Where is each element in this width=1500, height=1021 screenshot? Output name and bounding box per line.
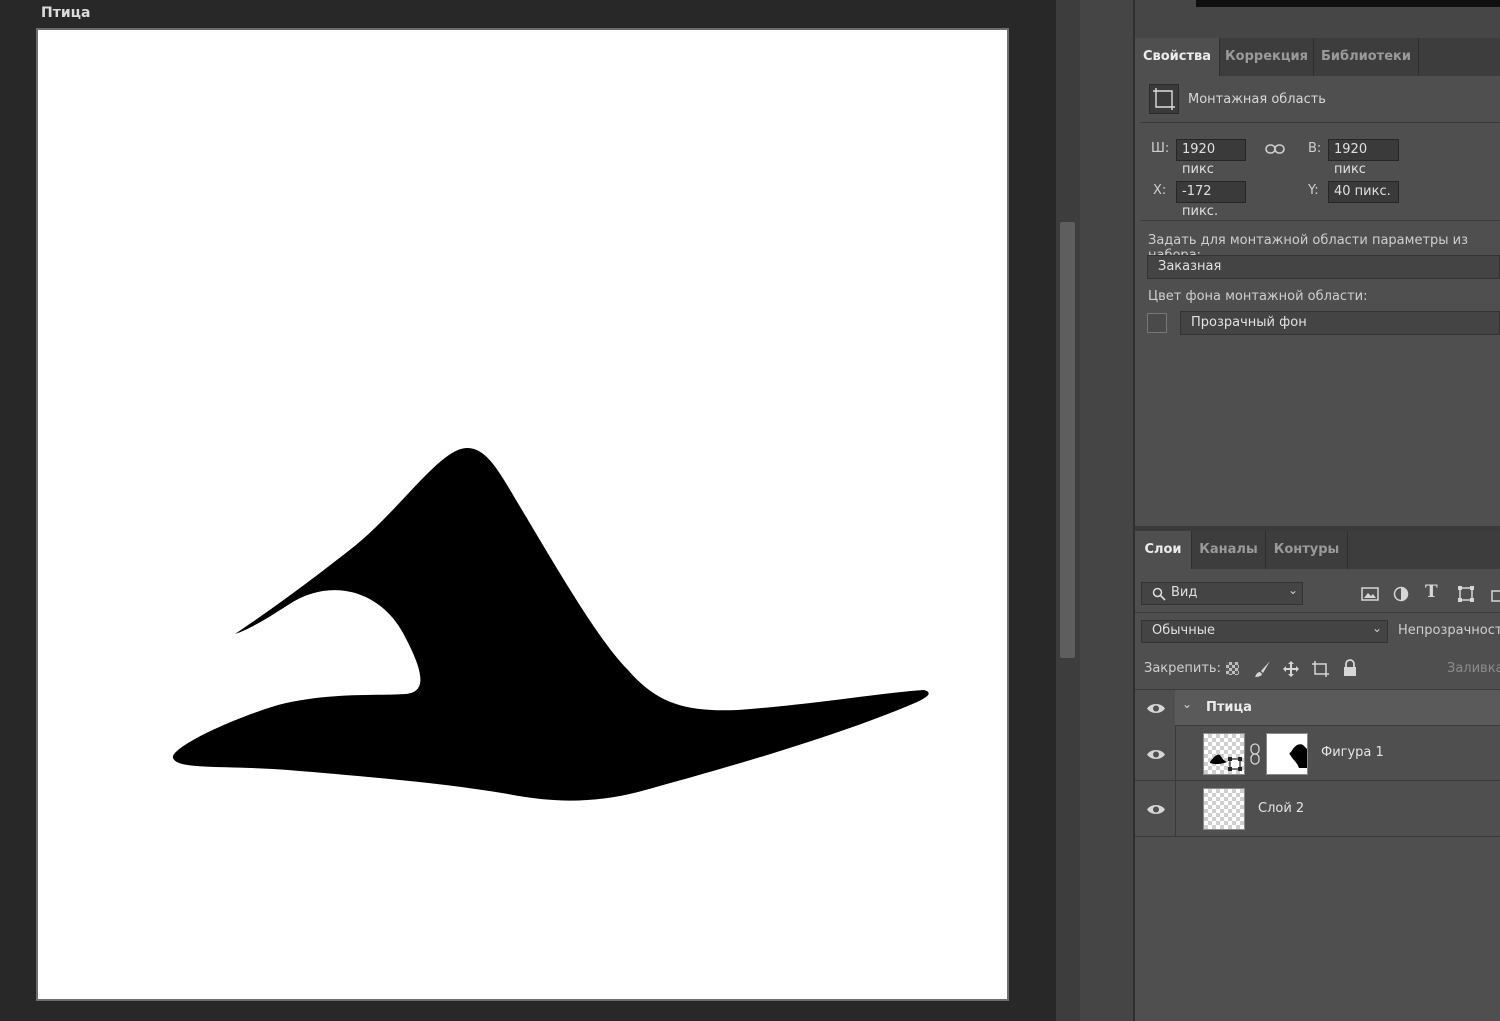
search-icon xyxy=(1152,587,1166,601)
layer-shape-row[interactable]: Фигура 1 xyxy=(1135,726,1500,781)
blend-mode-value: Обычные xyxy=(1152,623,1215,638)
artboard-canvas[interactable] xyxy=(36,28,1009,1001)
lock-image-pixels-icon[interactable] xyxy=(1254,660,1272,678)
tab-paths[interactable]: Контуры xyxy=(1266,531,1348,569)
type-filter-icon[interactable]: T xyxy=(1425,582,1438,602)
visibility-eye-icon[interactable] xyxy=(1146,748,1166,761)
chevron-down-icon: ⌄ xyxy=(1372,621,1383,635)
width-input[interactable]: 1920 пикс xyxy=(1176,139,1246,177)
panel-dock-gap xyxy=(1080,0,1134,1021)
layer-pixel-row[interactable]: Слой 2 xyxy=(1135,781,1500,837)
bg-color-swatch[interactable] xyxy=(1147,313,1167,333)
layer-name[interactable]: Слой 2 xyxy=(1258,801,1304,816)
layer-thumbnail[interactable] xyxy=(1203,733,1245,775)
y-input[interactable]: 40 пикс. xyxy=(1328,181,1399,203)
panel-border xyxy=(1133,0,1135,1021)
top-panel-preview xyxy=(1196,0,1500,7)
tab-libraries[interactable]: Библиотеки xyxy=(1314,38,1419,76)
properties-tab-bar: Свойства Коррекция Библиотеки xyxy=(1135,38,1500,76)
image-filter-icon[interactable] xyxy=(1361,586,1379,602)
mask-link-icon[interactable] xyxy=(1249,743,1261,765)
visibility-eye-icon[interactable] xyxy=(1146,702,1166,715)
blend-mode-dropdown[interactable]: Обычные ⌄ xyxy=(1141,620,1388,643)
smart-object-filter-icon[interactable] xyxy=(1490,585,1500,603)
width-label: Ш: xyxy=(1151,141,1170,156)
layer-name[interactable]: Фигура 1 xyxy=(1321,745,1384,760)
shape-filter-icon[interactable] xyxy=(1457,585,1475,603)
preset-dropdown[interactable]: Заказная xyxy=(1147,255,1500,279)
chevron-down-icon: ⌄ xyxy=(1288,583,1299,597)
layers-tab-bar: Слои Каналы Контуры xyxy=(1135,531,1500,569)
lock-transparent-pixels-icon[interactable] xyxy=(1226,662,1239,675)
visibility-eye-icon[interactable] xyxy=(1146,803,1166,816)
artboard-title[interactable]: Птица xyxy=(41,5,90,21)
artboard-icon xyxy=(1149,84,1179,114)
bg-color-dropdown[interactable]: Прозрачный фон xyxy=(1180,311,1500,335)
filter-value: Вид xyxy=(1171,585,1198,600)
lock-label: Закрепить: xyxy=(1144,661,1221,676)
divider xyxy=(1140,122,1500,123)
lock-artboard-icon[interactable] xyxy=(1311,660,1330,678)
vertical-scrollbar-thumb[interactable] xyxy=(1060,222,1075,658)
lock-all-icon[interactable] xyxy=(1342,659,1358,677)
layer-group-row[interactable]: ⌄ Птица xyxy=(1135,689,1500,726)
lock-position-icon[interactable] xyxy=(1282,660,1300,678)
y-label: Y: xyxy=(1308,183,1319,198)
tab-channels[interactable]: Каналы xyxy=(1192,531,1266,569)
bird-shape[interactable] xyxy=(38,30,1007,999)
section-title: Монтажная область xyxy=(1188,92,1326,107)
link-dimensions-icon[interactable] xyxy=(1264,140,1286,162)
tab-adjustments[interactable]: Коррекция xyxy=(1220,38,1314,76)
x-label: X: xyxy=(1153,183,1167,198)
layer-name[interactable]: Птица xyxy=(1206,700,1252,715)
height-input[interactable]: 1920 пикс xyxy=(1328,139,1399,177)
layer-filter-dropdown[interactable]: Вид ⌄ xyxy=(1141,582,1303,605)
tab-layers[interactable]: Слои xyxy=(1135,531,1192,569)
shape-layer-badge-icon xyxy=(1228,757,1242,771)
divider xyxy=(1140,220,1500,221)
layer-thumbnail[interactable] xyxy=(1203,788,1245,830)
fill-label[interactable]: Заливка xyxy=(1447,661,1500,676)
chevron-down-icon[interactable]: ⌄ xyxy=(1182,697,1192,711)
x-input[interactable]: -172 пикс. xyxy=(1176,181,1246,219)
height-label: В: xyxy=(1308,141,1322,156)
mask-thumbnail[interactable] xyxy=(1266,733,1308,775)
mask-shape-icon xyxy=(1289,744,1307,768)
bg-color-label: Цвет фона монтажной области: xyxy=(1148,289,1368,304)
tab-properties[interactable]: Свойства xyxy=(1135,38,1220,76)
divider xyxy=(1175,726,1176,781)
bird-thumbnail-icon xyxy=(1210,754,1227,765)
adjustment-filter-icon[interactable] xyxy=(1393,586,1409,602)
divider xyxy=(1135,612,1500,613)
opacity-label[interactable]: Непрозрачность xyxy=(1398,623,1500,638)
divider xyxy=(1175,781,1176,837)
